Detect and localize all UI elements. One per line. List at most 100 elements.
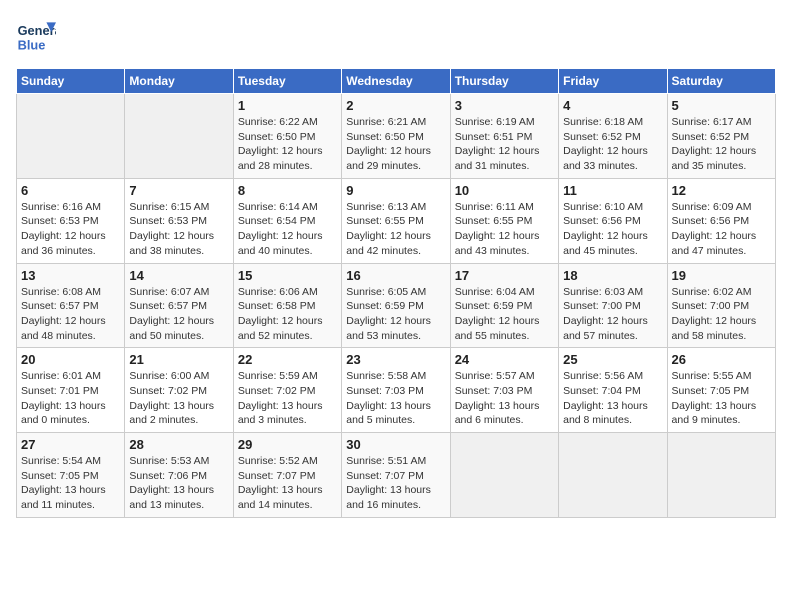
- day-cell: 26 Sunrise: 5:55 AM Sunset: 7:05 PM Dayli…: [667, 348, 775, 433]
- day-info: Sunrise: 6:13 AM Sunset: 6:55 PM Dayligh…: [346, 200, 445, 259]
- weekday-sunday: Sunday: [17, 69, 125, 94]
- day-number: 15: [238, 268, 337, 283]
- day-cell: [125, 94, 233, 179]
- weekday-friday: Friday: [559, 69, 667, 94]
- weekday-wednesday: Wednesday: [342, 69, 450, 94]
- weekday-header-row: SundayMondayTuesdayWednesdayThursdayFrid…: [17, 69, 776, 94]
- weekday-saturday: Saturday: [667, 69, 775, 94]
- day-cell: 13 Sunrise: 6:08 AM Sunset: 6:57 PM Dayli…: [17, 263, 125, 348]
- week-row-3: 13 Sunrise: 6:08 AM Sunset: 6:57 PM Dayli…: [17, 263, 776, 348]
- day-cell: 20 Sunrise: 6:01 AM Sunset: 7:01 PM Dayli…: [17, 348, 125, 433]
- day-info: Sunrise: 5:54 AM Sunset: 7:05 PM Dayligh…: [21, 454, 120, 513]
- day-info: Sunrise: 6:09 AM Sunset: 6:56 PM Dayligh…: [672, 200, 771, 259]
- day-info: Sunrise: 6:02 AM Sunset: 7:00 PM Dayligh…: [672, 285, 771, 344]
- week-row-5: 27 Sunrise: 5:54 AM Sunset: 7:05 PM Dayli…: [17, 433, 776, 518]
- day-number: 14: [129, 268, 228, 283]
- day-cell: 23 Sunrise: 5:58 AM Sunset: 7:03 PM Dayli…: [342, 348, 450, 433]
- weekday-thursday: Thursday: [450, 69, 558, 94]
- day-cell: 3 Sunrise: 6:19 AM Sunset: 6:51 PM Daylig…: [450, 94, 558, 179]
- day-cell: 9 Sunrise: 6:13 AM Sunset: 6:55 PM Daylig…: [342, 178, 450, 263]
- day-info: Sunrise: 6:00 AM Sunset: 7:02 PM Dayligh…: [129, 369, 228, 428]
- day-info: Sunrise: 5:53 AM Sunset: 7:06 PM Dayligh…: [129, 454, 228, 513]
- day-cell: 12 Sunrise: 6:09 AM Sunset: 6:56 PM Dayli…: [667, 178, 775, 263]
- day-info: Sunrise: 6:06 AM Sunset: 6:58 PM Dayligh…: [238, 285, 337, 344]
- day-number: 24: [455, 352, 554, 367]
- day-cell: 1 Sunrise: 6:22 AM Sunset: 6:50 PM Daylig…: [233, 94, 341, 179]
- day-info: Sunrise: 6:07 AM Sunset: 6:57 PM Dayligh…: [129, 285, 228, 344]
- day-info: Sunrise: 6:18 AM Sunset: 6:52 PM Dayligh…: [563, 115, 662, 174]
- day-cell: 21Sunrise: 6:00 AM Sunset: 7:02 PM Dayli…: [125, 348, 233, 433]
- day-cell: 25 Sunrise: 5:56 AM Sunset: 7:04 PM Dayli…: [559, 348, 667, 433]
- day-info: Sunrise: 6:21 AM Sunset: 6:50 PM Dayligh…: [346, 115, 445, 174]
- day-cell: [559, 433, 667, 518]
- day-info: Sunrise: 5:51 AM Sunset: 7:07 PM Dayligh…: [346, 454, 445, 513]
- day-number: 5: [672, 98, 771, 113]
- day-cell: 11 Sunrise: 6:10 AM Sunset: 6:56 PM Dayli…: [559, 178, 667, 263]
- day-info: Sunrise: 6:14 AM Sunset: 6:54 PM Dayligh…: [238, 200, 337, 259]
- day-info: Sunrise: 6:16 AM Sunset: 6:53 PM Dayligh…: [21, 200, 120, 259]
- day-info: Sunrise: 6:05 AM Sunset: 6:59 PM Dayligh…: [346, 285, 445, 344]
- day-number: 11: [563, 183, 662, 198]
- week-row-4: 20 Sunrise: 6:01 AM Sunset: 7:01 PM Dayli…: [17, 348, 776, 433]
- day-cell: 19 Sunrise: 6:02 AM Sunset: 7:00 PM Dayli…: [667, 263, 775, 348]
- day-number: 23: [346, 352, 445, 367]
- day-cell: [450, 433, 558, 518]
- day-info: Sunrise: 6:15 AM Sunset: 6:53 PM Dayligh…: [129, 200, 228, 259]
- day-cell: 10Sunrise: 6:11 AM Sunset: 6:55 PM Dayli…: [450, 178, 558, 263]
- day-info: Sunrise: 6:04 AM Sunset: 6:59 PM Dayligh…: [455, 285, 554, 344]
- day-cell: 5 Sunrise: 6:17 AM Sunset: 6:52 PM Daylig…: [667, 94, 775, 179]
- day-cell: 2Sunrise: 6:21 AM Sunset: 6:50 PM Daylig…: [342, 94, 450, 179]
- day-number: 17: [455, 268, 554, 283]
- day-number: 22: [238, 352, 337, 367]
- logo: General Blue: [16, 16, 56, 56]
- day-number: 9: [346, 183, 445, 198]
- day-cell: 18Sunrise: 6:03 AM Sunset: 7:00 PM Dayli…: [559, 263, 667, 348]
- day-info: Sunrise: 6:19 AM Sunset: 6:51 PM Dayligh…: [455, 115, 554, 174]
- day-info: Sunrise: 6:08 AM Sunset: 6:57 PM Dayligh…: [21, 285, 120, 344]
- day-cell: 28 Sunrise: 5:53 AM Sunset: 7:06 PM Dayli…: [125, 433, 233, 518]
- day-number: 18: [563, 268, 662, 283]
- day-info: Sunrise: 6:11 AM Sunset: 6:55 PM Dayligh…: [455, 200, 554, 259]
- day-number: 8: [238, 183, 337, 198]
- day-info: Sunrise: 6:17 AM Sunset: 6:52 PM Dayligh…: [672, 115, 771, 174]
- day-info: Sunrise: 5:58 AM Sunset: 7:03 PM Dayligh…: [346, 369, 445, 428]
- day-number: 26: [672, 352, 771, 367]
- logo-icon: General Blue: [16, 16, 56, 56]
- day-cell: 22 Sunrise: 5:59 AM Sunset: 7:02 PM Dayli…: [233, 348, 341, 433]
- day-info: Sunrise: 6:01 AM Sunset: 7:01 PM Dayligh…: [21, 369, 120, 428]
- day-info: Sunrise: 6:22 AM Sunset: 6:50 PM Dayligh…: [238, 115, 337, 174]
- day-number: 7: [129, 183, 228, 198]
- day-number: 19: [672, 268, 771, 283]
- day-cell: 8 Sunrise: 6:14 AM Sunset: 6:54 PM Daylig…: [233, 178, 341, 263]
- day-number: 25: [563, 352, 662, 367]
- day-number: 13: [21, 268, 120, 283]
- day-cell: 29Sunrise: 5:52 AM Sunset: 7:07 PM Dayli…: [233, 433, 341, 518]
- day-info: Sunrise: 5:56 AM Sunset: 7:04 PM Dayligh…: [563, 369, 662, 428]
- day-number: 6: [21, 183, 120, 198]
- day-number: 30: [346, 437, 445, 452]
- day-number: 28: [129, 437, 228, 452]
- day-number: 27: [21, 437, 120, 452]
- day-number: 12: [672, 183, 771, 198]
- day-cell: 4Sunrise: 6:18 AM Sunset: 6:52 PM Daylig…: [559, 94, 667, 179]
- day-number: 1: [238, 98, 337, 113]
- day-cell: [667, 433, 775, 518]
- day-cell: 27 Sunrise: 5:54 AM Sunset: 7:05 PM Dayli…: [17, 433, 125, 518]
- day-cell: 14 Sunrise: 6:07 AM Sunset: 6:57 PM Dayli…: [125, 263, 233, 348]
- day-cell: 17 Sunrise: 6:04 AM Sunset: 6:59 PM Dayli…: [450, 263, 558, 348]
- calendar-table: SundayMondayTuesdayWednesdayThursdayFrid…: [16, 68, 776, 518]
- day-cell: 24Sunrise: 5:57 AM Sunset: 7:03 PM Dayli…: [450, 348, 558, 433]
- day-number: 20: [21, 352, 120, 367]
- day-cell: 7 Sunrise: 6:15 AM Sunset: 6:53 PM Daylig…: [125, 178, 233, 263]
- day-number: 3: [455, 98, 554, 113]
- page-header: General Blue: [16, 16, 776, 56]
- svg-text:Blue: Blue: [18, 38, 46, 53]
- week-row-2: 6 Sunrise: 6:16 AM Sunset: 6:53 PM Daylig…: [17, 178, 776, 263]
- day-info: Sunrise: 6:10 AM Sunset: 6:56 PM Dayligh…: [563, 200, 662, 259]
- day-cell: 15 Sunrise: 6:06 AM Sunset: 6:58 PM Dayli…: [233, 263, 341, 348]
- day-info: Sunrise: 5:59 AM Sunset: 7:02 PM Dayligh…: [238, 369, 337, 428]
- day-info: Sunrise: 5:55 AM Sunset: 7:05 PM Dayligh…: [672, 369, 771, 428]
- day-cell: 30 Sunrise: 5:51 AM Sunset: 7:07 PM Dayli…: [342, 433, 450, 518]
- day-cell: [17, 94, 125, 179]
- weekday-monday: Monday: [125, 69, 233, 94]
